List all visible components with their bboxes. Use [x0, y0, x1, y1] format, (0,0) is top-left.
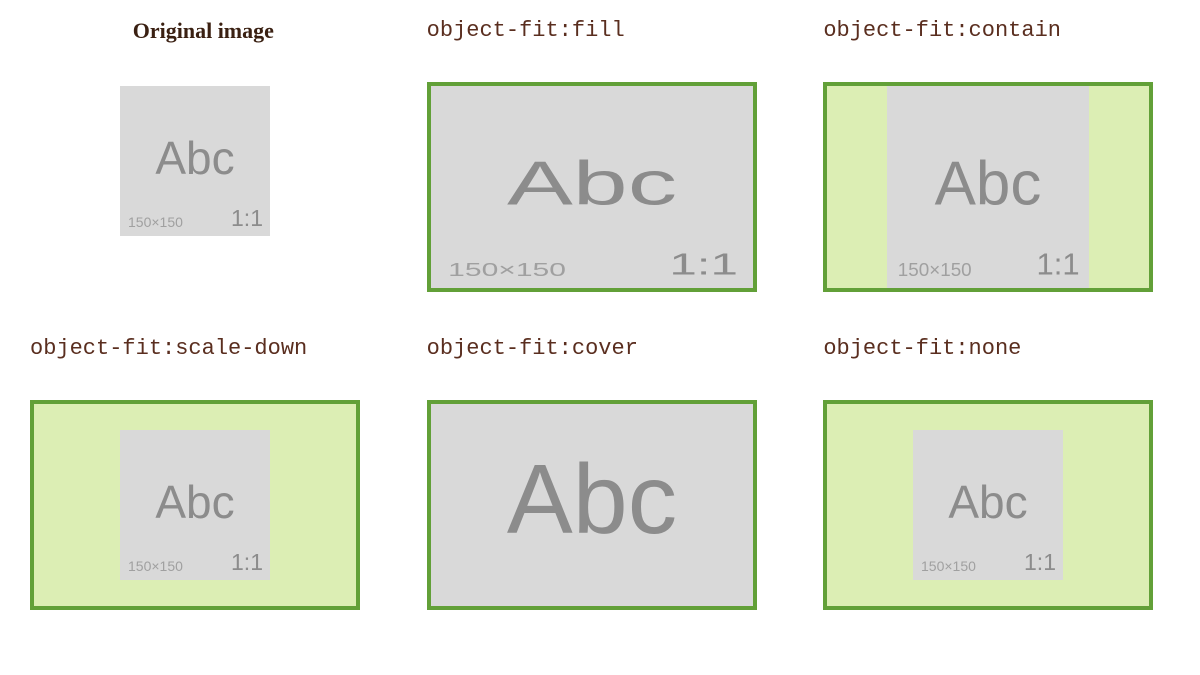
frame-scaledown — [30, 400, 360, 610]
cell-scaledown: object-fit:scale-down — [30, 336, 377, 610]
frame-none — [823, 400, 1153, 610]
caption-none: object-fit:none — [823, 336, 1170, 388]
image-contain — [887, 86, 1089, 288]
image-fill — [431, 86, 753, 288]
original-image-wrap — [30, 86, 360, 296]
caption-contain: object-fit:contain — [823, 18, 1170, 70]
cell-fill: object-fit:fill — [427, 18, 774, 296]
cell-none: object-fit:none — [823, 336, 1170, 610]
cell-contain: object-fit:contain — [823, 18, 1170, 296]
image-scaledown — [120, 430, 270, 580]
frame-contain — [823, 82, 1153, 292]
frame-fill — [427, 82, 757, 292]
example-grid: Original image object-fit:fill object-fi… — [30, 18, 1170, 610]
cell-original: Original image — [30, 18, 377, 296]
caption-fill: object-fit:fill — [427, 18, 774, 70]
caption-scaledown: object-fit:scale-down — [30, 336, 377, 388]
cell-cover: object-fit:cover — [427, 336, 774, 610]
original-image — [120, 86, 270, 236]
caption-cover: object-fit:cover — [427, 336, 774, 388]
image-cover — [431, 400, 753, 610]
frame-cover — [427, 400, 757, 610]
caption-original: Original image — [30, 18, 377, 70]
image-none — [913, 430, 1063, 580]
